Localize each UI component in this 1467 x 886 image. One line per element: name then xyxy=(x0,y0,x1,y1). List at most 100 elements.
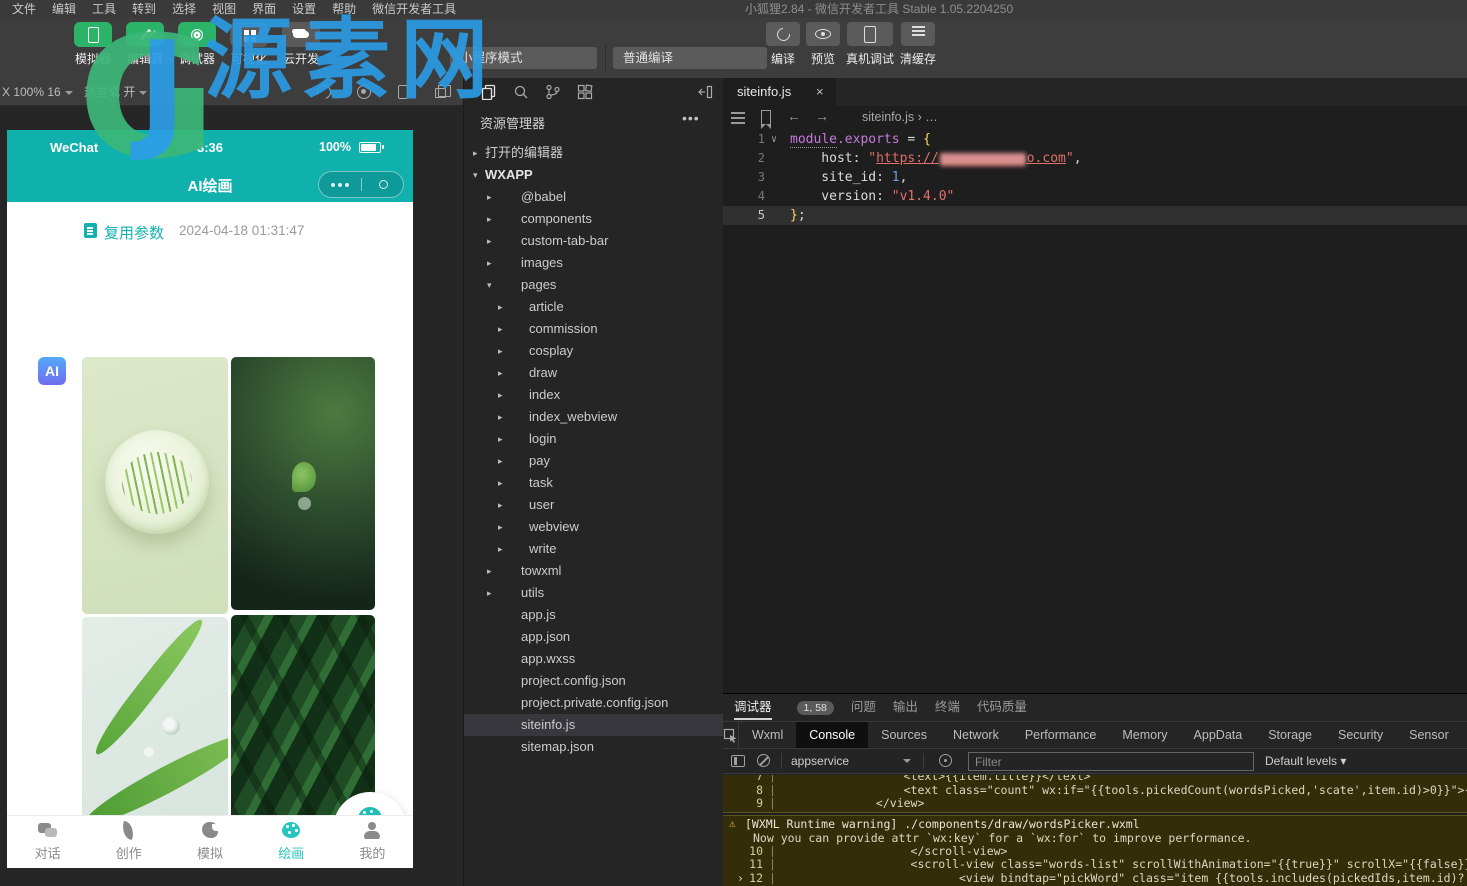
tree-item-pay[interactable]: ▸ pay xyxy=(464,450,723,472)
nav-back-icon[interactable]: ← xyxy=(787,108,801,124)
refresh-icon[interactable] xyxy=(314,82,334,102)
collapse-panel-icon[interactable] xyxy=(698,84,714,100)
hot-reload-toggle[interactable]: 热重载 开 xyxy=(84,78,148,106)
tree-item-write[interactable]: ▸ write xyxy=(464,538,723,560)
live-expression-icon[interactable] xyxy=(939,754,952,767)
screenshot-record-icon[interactable] xyxy=(357,85,371,99)
tab-对话[interactable]: 对话 xyxy=(7,816,88,868)
devtools-tab-Console[interactable]: Console xyxy=(796,722,869,748)
tree-item-index_webview[interactable]: ▸ index_webview xyxy=(464,406,723,428)
tree-item-draw[interactable]: ▸ draw xyxy=(464,362,723,384)
console-row-12[interactable]: › 12 | <view bindtap="pickWord" class="ite… xyxy=(723,871,1467,886)
tree-item-images[interactable]: ▸ images xyxy=(464,252,723,274)
reuse-params-row[interactable]: 复用参数 2024-04-18 01:31:47 xyxy=(7,220,413,244)
tree-item-@babel[interactable]: ▸ @babel xyxy=(464,186,723,208)
menu-item-界面[interactable]: 界面 xyxy=(244,0,284,18)
devtools-tab-Wxml[interactable]: Wxml xyxy=(739,722,796,748)
tree-item-user[interactable]: ▸ user xyxy=(464,494,723,516)
可视化-panel-button[interactable]: 可视化 xyxy=(226,22,272,67)
devtools-tab-Sources[interactable]: Sources xyxy=(868,722,940,748)
console-row-10[interactable]: 10 | </scroll-view> xyxy=(723,844,1467,859)
bookmark-icon[interactable] xyxy=(760,110,771,129)
tab-模拟[interactable]: 模拟 xyxy=(169,816,250,868)
console-row-8[interactable]: 8 | <text class="count" wx:if="{{tools.pi… xyxy=(723,783,1467,798)
tab-siteinfo-js[interactable]: siteinfo.js × xyxy=(723,78,836,106)
devtools-tab-Mo[interactable]: Mo xyxy=(1462,722,1467,748)
tree-item-article[interactable]: ▸ article xyxy=(464,296,723,318)
filter-input[interactable] xyxy=(968,752,1254,771)
menu-item-微信开发者工具[interactable]: 微信开发者工具 xyxy=(364,0,464,18)
menu-item-帮助[interactable]: 帮助 xyxy=(324,0,364,18)
模拟器-panel-button[interactable]: 模拟器 xyxy=(70,22,116,67)
tree-item-project.private.config.json[interactable]: project.private.config.json xyxy=(464,692,723,714)
devtools-tab-AppData[interactable]: AppData xyxy=(1181,722,1256,748)
generated-image-1[interactable] xyxy=(82,357,228,614)
tree-item-components[interactable]: ▸ components xyxy=(464,208,723,230)
device-scale-select[interactable]: X 100% 16 xyxy=(2,78,73,106)
files-icon[interactable] xyxy=(481,84,497,100)
breadcrumb[interactable]: siteinfo.js › … xyxy=(862,110,938,124)
tree-item-打开的编辑器[interactable]: ▸ 打开的编辑器 xyxy=(464,142,723,164)
extensions-icon[interactable] xyxy=(577,84,593,100)
tree-item-towxml[interactable]: ▸ towxml xyxy=(464,560,723,582)
tree-item-custom-tab-bar[interactable]: ▸ custom-tab-bar xyxy=(464,230,723,252)
tree-item-app.js[interactable]: app.js xyxy=(464,604,723,626)
menu-item-视图[interactable]: 视图 xyxy=(204,0,244,18)
sidebar-toggle-icon[interactable] xyxy=(731,755,745,767)
generated-image-2[interactable] xyxy=(231,357,375,610)
tree-item-index[interactable]: ▸ index xyxy=(464,384,723,406)
tree-item-WXAPP[interactable]: ▾ WXAPP xyxy=(464,164,723,186)
tree-item-commission[interactable]: ▸ commission xyxy=(464,318,723,340)
调试器-panel-button[interactable]: 调试器 xyxy=(174,22,220,67)
menu-item-工具[interactable]: 工具 xyxy=(84,0,124,18)
debugger-tab-代码质量[interactable]: 代码质量 xyxy=(977,694,1027,721)
git-branch-icon[interactable] xyxy=(545,84,561,100)
wechat-capsule-button[interactable] xyxy=(318,171,404,198)
menu-item-编辑[interactable]: 编辑 xyxy=(44,0,84,18)
reuse-params-label[interactable]: 复用参数 xyxy=(104,222,164,243)
debugger-tab-调试器[interactable]: 调试器 xyxy=(734,694,772,721)
code-line-3[interactable]: 3 site_id: 1, xyxy=(723,168,1467,187)
menu-item-设置[interactable]: 设置 xyxy=(284,0,324,18)
console-row-11[interactable]: 11 | <scroll-view class="words-list" scro… xyxy=(723,857,1467,872)
tree-item-app.wxss[interactable]: app.wxss xyxy=(464,648,723,670)
devtools-tab-Security[interactable]: Security xyxy=(1325,722,1396,748)
outline-icon[interactable] xyxy=(731,112,745,124)
tab-绘画[interactable]: 绘画 xyxy=(251,816,332,868)
tree-item-webview[interactable]: ▸ webview xyxy=(464,516,723,538)
code-line-5[interactable]: 5}; xyxy=(723,206,1467,225)
devtools-tab-Sensor[interactable]: Sensor xyxy=(1396,722,1462,748)
debugger-tab-终端[interactable]: 终端 xyxy=(935,694,960,721)
debugger-tab-问题[interactable]: 问题 xyxy=(851,694,876,721)
tree-item-pages[interactable]: ▾ pages xyxy=(464,274,723,296)
tree-item-task[interactable]: ▸ task xyxy=(464,472,723,494)
云开发-panel-button[interactable]: 云开发 xyxy=(278,22,324,67)
inspect-element-icon[interactable] xyxy=(723,722,739,748)
tab-创作[interactable]: 创作 xyxy=(88,816,169,868)
log-levels-select[interactable]: Default levels ▾ xyxy=(1265,754,1346,768)
tree-item-project.config.json[interactable]: project.config.json xyxy=(464,670,723,692)
menu-item-转到[interactable]: 转到 xyxy=(124,0,164,18)
编译-button[interactable]: 编译 xyxy=(766,22,800,67)
devtools-tab-Performance[interactable]: Performance xyxy=(1012,722,1110,748)
more-actions-icon[interactable]: ••• xyxy=(682,110,700,126)
search-icon[interactable] xyxy=(513,84,529,100)
clear-console-icon[interactable] xyxy=(757,754,770,767)
compile-mode-select[interactable]: 普通编译 xyxy=(613,47,767,69)
tree-item-login[interactable]: ▸ login xyxy=(464,428,723,450)
code-area[interactable]: 1 ∨ module.exports = {2 host: "https://o.c… xyxy=(723,130,1467,225)
清缓存-button[interactable]: 清缓存 xyxy=(900,22,936,67)
close-icon[interactable]: × xyxy=(816,84,824,99)
menu-item-选择[interactable]: 选择 xyxy=(164,0,204,18)
menu-item-文件[interactable]: 文件 xyxy=(4,0,44,18)
编辑器-panel-button[interactable]: 编辑器 xyxy=(122,22,168,67)
context-select[interactable]: appservice xyxy=(791,754,849,768)
真机调试-button[interactable]: 真机调试 xyxy=(846,22,894,67)
fold-icon[interactable]: ∨ xyxy=(771,130,777,149)
debugger-tab-输出[interactable]: 输出 xyxy=(893,694,918,721)
devtools-tab-Memory[interactable]: Memory xyxy=(1109,722,1180,748)
tab-我的[interactable]: 我的 xyxy=(332,816,413,868)
tree-item-utils[interactable]: ▸ utils xyxy=(464,582,723,604)
tree-item-sitemap.json[interactable]: sitemap.json xyxy=(464,736,723,758)
code-line-2[interactable]: 2 host: "https://o.com", xyxy=(723,149,1467,168)
